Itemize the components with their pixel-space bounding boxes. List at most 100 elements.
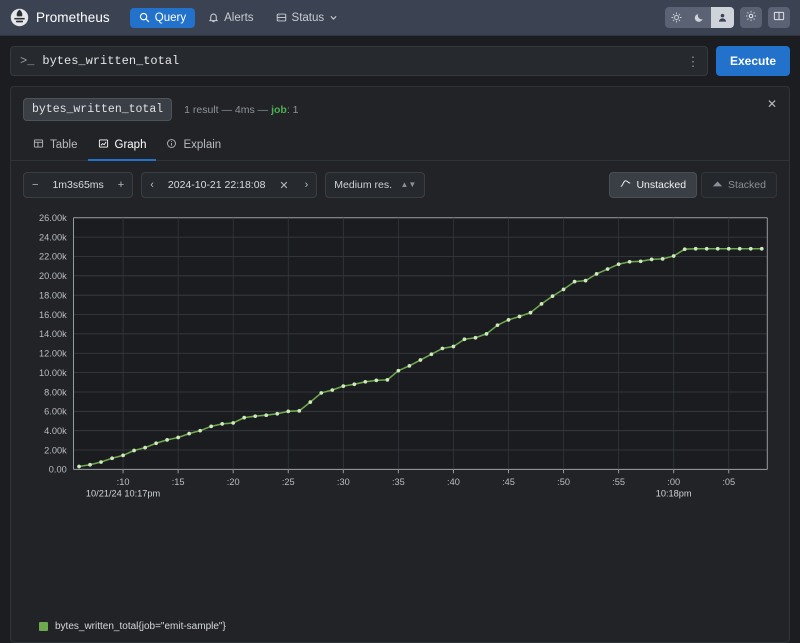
x-axis-tick-label: :30: [337, 477, 350, 487]
x-axis-tick-label: :25: [282, 477, 295, 487]
metric-name-badge[interactable]: bytes_written_total: [23, 98, 173, 121]
series-point: [451, 344, 456, 349]
series-point: [319, 391, 324, 395]
query-expression-value[interactable]: bytes_written_total: [42, 54, 685, 68]
y-axis-tick-label: 24.00k: [39, 232, 67, 242]
x-axis-tick-label: :00: [667, 477, 680, 487]
series-point: [363, 379, 368, 384]
settings-button[interactable]: [740, 7, 762, 28]
series-point: [748, 246, 753, 251]
range-increase-button[interactable]: +: [110, 173, 132, 197]
series-point: [407, 363, 412, 368]
result-label-job: job: [271, 103, 287, 116]
nav-item-query-label: Query: [154, 11, 187, 24]
tab-graph-label: Graph: [114, 139, 147, 151]
range-value[interactable]: 1m3s65ms: [46, 179, 109, 191]
x-axis-date-label: 10:18pm: [656, 489, 692, 499]
dark-moon-icon[interactable]: [688, 7, 711, 28]
unstacked-icon: [620, 179, 631, 191]
series-point: [605, 267, 610, 271]
series-point: [154, 441, 158, 446]
x-axis-tick-label: :10: [117, 477, 130, 487]
theme-toggle-group[interactable]: [665, 7, 734, 28]
query-options-menu-icon[interactable]: ⋮: [685, 55, 701, 68]
resolution-select[interactable]: Medium res. ▲▼: [325, 172, 426, 198]
close-result-icon[interactable]: ✕: [767, 98, 777, 110]
x-axis-tick-label: :40: [447, 477, 460, 487]
x-axis-tick-label: :05: [722, 477, 735, 487]
result-label-job-count: : 1: [286, 103, 299, 116]
tab-explain[interactable]: Explain: [156, 130, 231, 161]
time-series-chart[interactable]: 0.00 2.00k 4.00k 6.00k 8.00k 10.00k 12.00k 14.0…: [23, 209, 777, 520]
series-point: [682, 247, 687, 252]
series-point: [220, 422, 225, 426]
result-duration: 4ms: [234, 103, 255, 116]
docs-button[interactable]: [768, 7, 790, 28]
nav-item-alerts-label: Alerts: [224, 11, 254, 24]
series-point: [484, 332, 489, 336]
nav-item-status-label: Status: [291, 11, 325, 24]
stacked-label: Stacked: [728, 179, 766, 191]
legend-color-swatch: [39, 622, 48, 631]
page-body: >_ bytes_written_total ⋮ Execute bytes_w…: [0, 36, 800, 643]
nav-links: Query Alerts Status: [129, 7, 348, 28]
series-point: [627, 259, 632, 264]
meta-separator-1: —: [221, 103, 232, 116]
auto-person-icon[interactable]: [711, 7, 734, 28]
series-point: [187, 431, 191, 436]
y-axis-tick-label: 12.00k: [39, 349, 67, 359]
time-clear-button[interactable]: ✕: [271, 173, 296, 197]
tab-explain-label: Explain: [183, 139, 222, 151]
legend-series-label[interactable]: bytes_written_total{job="emit-sample"}: [55, 621, 226, 632]
chart-legend: bytes_written_total{job="emit-sample"}: [11, 615, 789, 642]
graph-container[interactable]: 0.00 2.00k 4.00k 6.00k 8.00k 10.00k 12.00k 14.0…: [11, 209, 789, 615]
series-point: [616, 262, 621, 267]
series-point: [473, 335, 478, 340]
brand[interactable]: Prometheus: [10, 8, 110, 27]
nav-item-status[interactable]: Status: [267, 8, 348, 28]
series-point: [308, 400, 313, 404]
series-point: [759, 246, 764, 251]
series-point: [429, 352, 434, 357]
result-header: bytes_written_total 1 result — 4ms — job…: [11, 87, 789, 130]
unstacked-button[interactable]: Unstacked: [609, 172, 698, 198]
series-point: [99, 460, 103, 464]
series-point: [506, 318, 511, 322]
time-next-button[interactable]: ›: [297, 173, 317, 197]
series-point: [198, 428, 203, 433]
x-axis-tick-label: :45: [502, 477, 515, 487]
graph-icon: [98, 138, 109, 152]
resolution-value: Medium res.: [334, 179, 393, 191]
time-value[interactable]: 2024-10-21 22:18:08: [162, 179, 272, 191]
x-axis-tick-label: :20: [227, 477, 240, 487]
series-point: [352, 382, 357, 387]
bell-icon: [208, 12, 219, 23]
series-point: [462, 337, 467, 342]
result-meta: 1 result — 4ms — job: 1: [184, 104, 298, 116]
result-panel: bytes_written_total 1 result — 4ms — job…: [10, 86, 790, 643]
time-prev-button[interactable]: ‹: [142, 173, 162, 197]
series-point: [297, 408, 302, 413]
nav-item-alerts[interactable]: Alerts: [199, 8, 262, 28]
series-point: [649, 257, 654, 262]
y-axis-tick-label: 0.00: [49, 465, 67, 475]
tab-table[interactable]: Table: [23, 130, 88, 161]
result-count: 1 result: [184, 103, 219, 116]
y-axis-tick-label: 22.00k: [39, 252, 67, 262]
execute-button[interactable]: Execute: [715, 46, 790, 76]
light-sun-icon[interactable]: [665, 7, 688, 28]
nav-item-query[interactable]: Query: [129, 7, 196, 28]
range-decrease-button[interactable]: −: [24, 173, 46, 197]
series-point: [737, 246, 742, 251]
select-caret-icon: ▲▼: [400, 180, 417, 189]
tab-graph[interactable]: Graph: [87, 130, 157, 161]
query-row: >_ bytes_written_total ⋮ Execute: [10, 46, 790, 76]
series-point: [715, 246, 720, 251]
stacked-button[interactable]: Stacked: [701, 172, 777, 198]
unstacked-label: Unstacked: [636, 179, 687, 191]
prometheus-logo-icon: [10, 8, 29, 27]
series-point: [176, 435, 180, 440]
series-point: [77, 464, 81, 469]
query-input[interactable]: >_ bytes_written_total ⋮: [10, 46, 708, 76]
y-axis-tick-label: 8.00k: [44, 387, 67, 397]
